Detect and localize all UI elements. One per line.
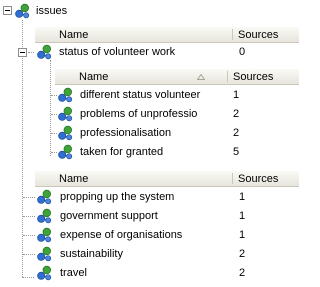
- sort-indicator-icon[interactable]: [197, 74, 205, 80]
- collapse-toggle[interactable]: [3, 6, 12, 15]
- table-row[interactable]: travel 2: [0, 264, 299, 283]
- row-sources: 2: [239, 267, 246, 279]
- row-name: propping up the system: [60, 191, 175, 203]
- tree-guide-line: [28, 52, 34, 53]
- row-sources: 1: [239, 210, 246, 222]
- table-row[interactable]: status of volunteer work 0: [0, 43, 299, 62]
- node-icon: [57, 144, 73, 160]
- row-name: different status volunteer: [80, 89, 201, 101]
- tree-guide-line: [23, 197, 35, 198]
- table-header: Name Sources: [55, 69, 299, 85]
- row-name: sustainability: [60, 248, 123, 260]
- node-icon: [36, 227, 52, 243]
- row-name: professionalisation: [80, 127, 172, 139]
- row-sources: 2: [233, 127, 240, 139]
- column-header-name[interactable]: Name: [53, 171, 88, 187]
- row-name: expense of organisations: [60, 229, 183, 241]
- node-icon: [36, 208, 52, 224]
- table-header: Name Sources: [35, 27, 299, 43]
- node-icon: [57, 125, 73, 141]
- row-name: taken for granted: [80, 146, 164, 158]
- row-sources: 1: [239, 191, 246, 203]
- collapse-toggle[interactable]: [18, 48, 27, 57]
- column-header-sources[interactable]: Sources: [232, 171, 278, 187]
- table-row[interactable]: problems of unprofessio 2: [0, 105, 299, 124]
- table-row[interactable]: government support 1: [0, 207, 299, 226]
- tree-guide-line: [23, 254, 35, 255]
- node-icon: [15, 3, 30, 19]
- table-row[interactable]: different status volunteer 1: [0, 86, 299, 105]
- table-row[interactable]: propping up the system 1: [0, 188, 299, 207]
- table-row[interactable]: professionalisation 2: [0, 124, 299, 143]
- row-sources: 0: [239, 46, 246, 58]
- node-icon: [57, 87, 73, 103]
- row-sources: 5: [233, 146, 240, 158]
- row-sources: 1: [233, 89, 240, 101]
- row-name: problems of unprofessio: [80, 108, 198, 120]
- column-header-sources[interactable]: Sources: [227, 69, 273, 85]
- node-icon: [57, 106, 73, 122]
- column-header-name[interactable]: Name: [73, 69, 108, 85]
- column-header-name[interactable]: Name: [53, 27, 88, 43]
- column-header-sources[interactable]: Sources: [232, 27, 278, 43]
- row-name: travel: [60, 267, 87, 279]
- table-header: Name Sources: [35, 171, 299, 187]
- node-icon: [36, 265, 52, 281]
- node-label: issues: [36, 5, 68, 17]
- row-sources: 1: [239, 229, 246, 241]
- node-icon: [36, 44, 52, 60]
- row-name: government support: [60, 210, 158, 222]
- table-row[interactable]: expense of organisations 1: [0, 226, 299, 245]
- table-row[interactable]: sustainability 2: [0, 245, 299, 264]
- row-sources: 2: [239, 248, 246, 260]
- tree-guide-line: [23, 216, 35, 217]
- row-name: status of volunteer work: [59, 46, 176, 58]
- table-row[interactable]: taken for granted 5: [0, 143, 299, 162]
- node-icon: [36, 189, 52, 205]
- node-icon: [36, 246, 52, 262]
- row-sources: 2: [233, 108, 240, 120]
- tree-guide-line: [23, 235, 35, 236]
